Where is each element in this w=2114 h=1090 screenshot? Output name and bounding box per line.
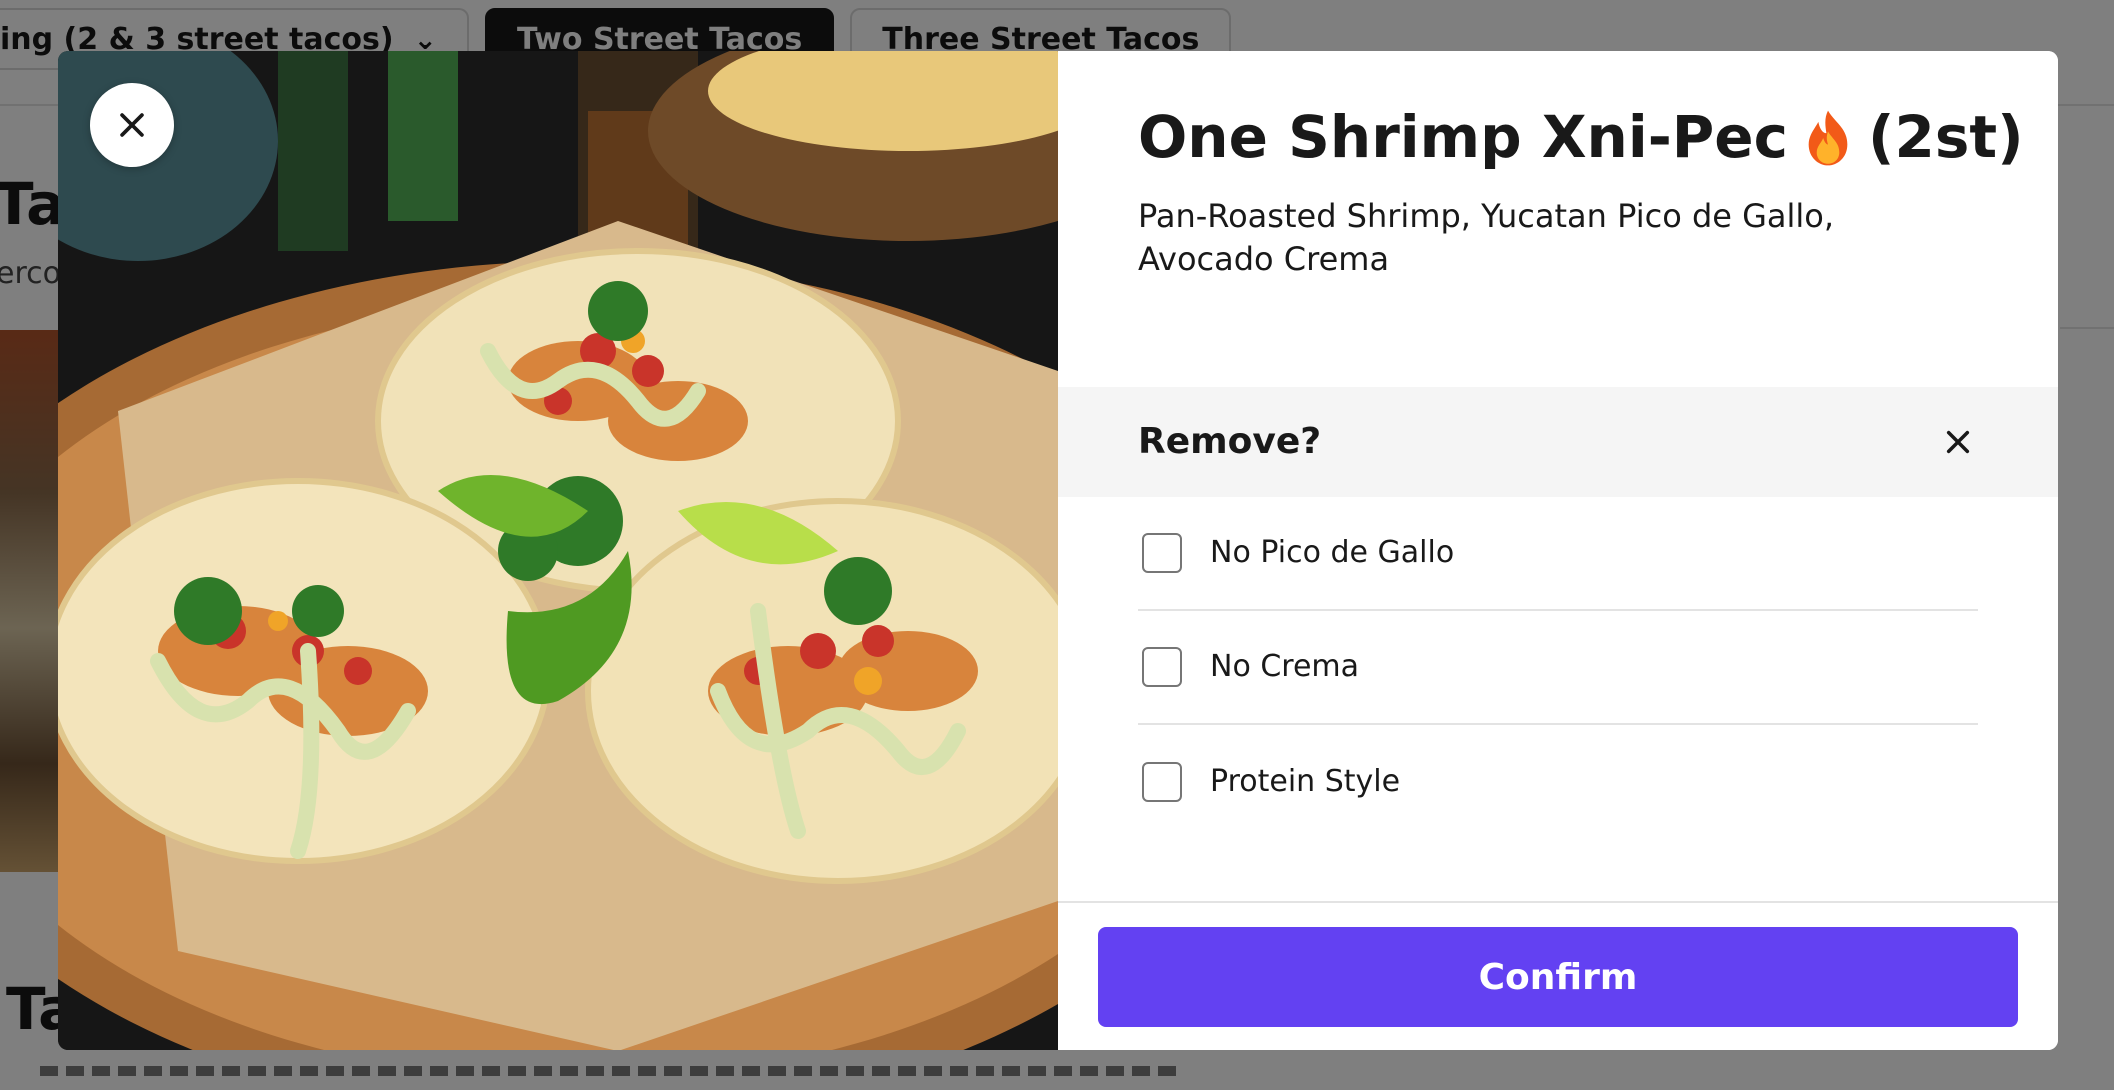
option-list: No Pico de Gallo No Crema Protein Style bbox=[1138, 497, 1978, 839]
item-name: One Shrimp Xni-Pec bbox=[1138, 103, 1789, 171]
checkbox[interactable] bbox=[1142, 646, 1182, 687]
option-group-header: Remove? bbox=[1058, 386, 2058, 497]
option-label: No Pico de Gallo bbox=[1210, 535, 1455, 571]
checkbox[interactable] bbox=[1142, 532, 1182, 573]
fire-icon bbox=[1808, 110, 1848, 166]
item-size: (2st) bbox=[1868, 103, 2024, 171]
option-label: No Crema bbox=[1210, 649, 1360, 685]
option-group-title: Remove? bbox=[1138, 421, 1322, 463]
option-no-pico-de-gallo[interactable]: No Pico de Gallo bbox=[1138, 497, 1978, 611]
option-no-crema[interactable]: No Crema bbox=[1138, 611, 1978, 725]
item-details-panel: One Shrimp Xni-Pec (2st) Pan-Roasted Shr… bbox=[1058, 51, 2058, 1050]
close-icon bbox=[1946, 430, 1970, 454]
item-title: One Shrimp Xni-Pec (2st) bbox=[1138, 103, 2024, 173]
options-scroll-area[interactable]: One Shrimp Xni-Pec (2st) Pan-Roasted Shr… bbox=[1058, 51, 2058, 901]
item-description: Pan-Roasted Shrimp, Yucatan Pico de Gall… bbox=[1138, 196, 1835, 278]
item-photo bbox=[58, 51, 1058, 1050]
checkbox[interactable] bbox=[1142, 761, 1182, 802]
modal-footer: Confirm bbox=[1058, 901, 2058, 1050]
option-label: Protein Style bbox=[1210, 764, 1401, 800]
confirm-button[interactable]: Confirm bbox=[1098, 927, 2018, 1027]
close-icon bbox=[120, 113, 144, 137]
option-protein-style[interactable]: Protein Style bbox=[1138, 725, 1978, 839]
collapse-group-button[interactable] bbox=[1938, 422, 1978, 462]
item-modal: One Shrimp Xni-Pec (2st) Pan-Roasted Shr… bbox=[58, 51, 2058, 1050]
close-modal-button[interactable] bbox=[90, 83, 174, 167]
tacos-illustration bbox=[58, 51, 1058, 1050]
